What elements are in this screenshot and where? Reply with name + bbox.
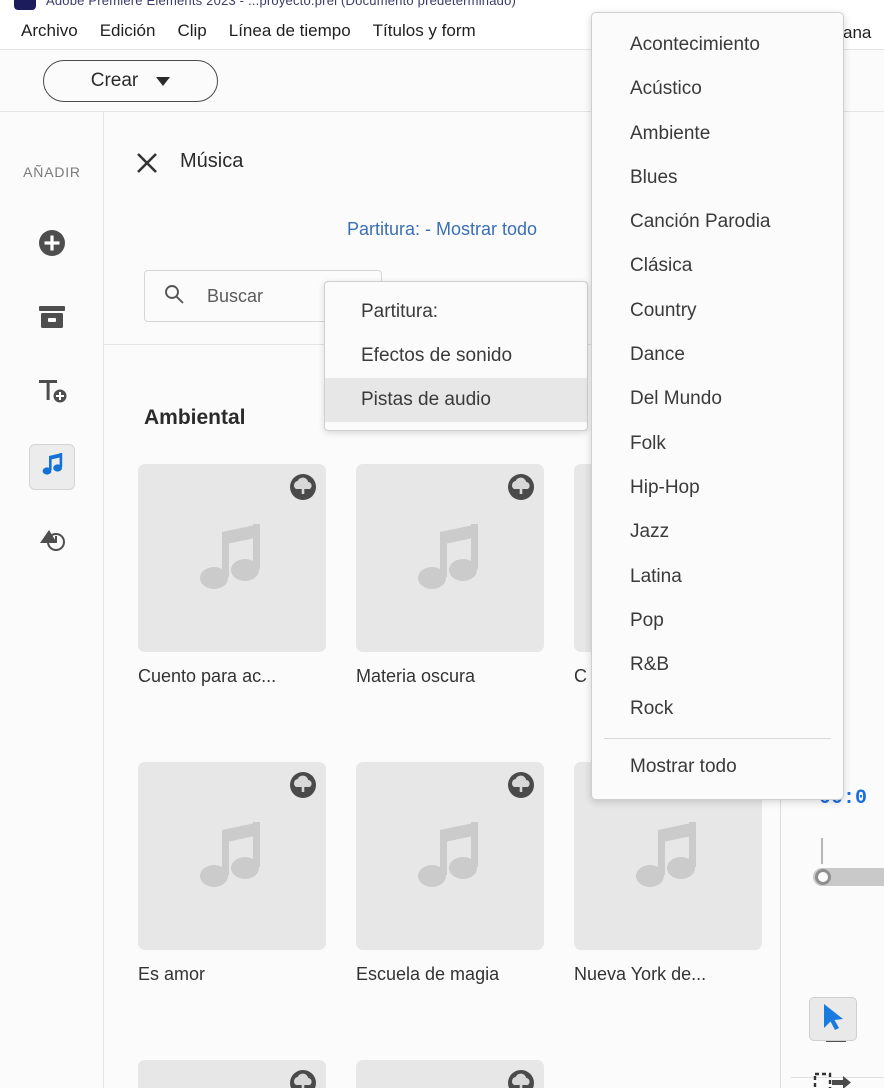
music-tile[interactable]: Cuento para ac... [138, 464, 326, 687]
menu-item-folk[interactable]: Folk [592, 422, 843, 466]
menu-item-acustico[interactable]: Acústico [592, 67, 843, 111]
menu-item-blues[interactable]: Blues [592, 156, 843, 200]
menu-linea-de-tiempo[interactable]: Línea de tiempo [218, 18, 362, 44]
music-tile-thumb[interactable] [138, 762, 326, 950]
menu-item-dance[interactable]: Dance [592, 333, 843, 377]
left-sidebar: AÑADIR [0, 112, 104, 1088]
zoom-slider[interactable] [813, 868, 884, 886]
effects-mask-icon [35, 523, 69, 560]
music-tile[interactable] [356, 1060, 544, 1088]
cursor-arrow-icon [820, 1002, 846, 1037]
playhead-tick [821, 838, 823, 864]
music-note-icon [200, 524, 260, 589]
window-title: Adobe Premiere Elements 2023 - ...proyec… [46, 0, 517, 8]
music-tile[interactable]: Materia oscura [356, 464, 544, 687]
menu-titulos-y-formas[interactable]: Títulos y form [362, 18, 487, 44]
music-note-icon [636, 822, 696, 887]
menu-item-mostrar-todo[interactable]: Mostrar todo [592, 745, 843, 789]
sidebar-item-music[interactable] [29, 444, 75, 490]
crear-button[interactable]: Crear [43, 60, 218, 102]
music-tile-caption: Escuela de magia [356, 964, 500, 984]
music-note-icon [37, 450, 67, 485]
premiere-elements-logo-icon [14, 0, 36, 10]
close-icon[interactable] [134, 150, 160, 176]
cloud-download-icon[interactable] [288, 770, 318, 800]
sidebar-item-effects[interactable] [29, 518, 75, 564]
music-tile[interactable] [138, 1060, 326, 1088]
music-tile-caption: Materia oscura [356, 666, 476, 686]
music-note-icon [200, 822, 260, 887]
menu-clip[interactable]: Clip [166, 18, 217, 44]
sidebar-item-graphics[interactable] [29, 296, 75, 342]
archive-box-icon [35, 302, 69, 337]
cloud-download-icon[interactable] [506, 1068, 536, 1088]
menu-item-rnb[interactable]: R&B [592, 643, 843, 687]
music-tile[interactable]: Es amor [138, 762, 326, 985]
menu-item-del-mundo[interactable]: Del Mundo [592, 377, 843, 421]
music-note-icon [418, 822, 478, 887]
music-tile-thumb[interactable] [138, 1060, 326, 1088]
menu-separator [604, 737, 831, 739]
menu-item-pop[interactable]: Pop [592, 599, 843, 643]
music-tile-thumb[interactable] [356, 762, 544, 950]
music-tile[interactable]: Escuela de magia [356, 762, 544, 985]
chevron-down-icon [156, 76, 171, 86]
sidebar-heading: AÑADIR [23, 164, 81, 180]
move-selection-icon [813, 1069, 853, 1088]
menu-item-jazz[interactable]: Jazz [592, 510, 843, 554]
genre-dropdown-menu: Acontecimiento Acústico Ambiente Blues C… [591, 12, 844, 801]
sidebar-item-add-media[interactable] [29, 222, 75, 268]
music-tile-caption: Cuento para ac... [138, 666, 277, 686]
menu-item-partitura[interactable]: Partitura: [325, 290, 587, 334]
text-add-icon [34, 375, 70, 412]
menu-item-rock[interactable]: Rock [592, 687, 843, 731]
menu-archivo[interactable]: Archivo [10, 18, 89, 44]
menu-item-acontecimiento[interactable]: Acontecimiento [592, 23, 843, 67]
menu-item-clasica[interactable]: Clásica [592, 244, 843, 288]
menu-item-pistas-de-audio[interactable]: Pistas de audio [325, 378, 587, 422]
menu-item-cancion-parodia[interactable]: Canción Parodia [592, 200, 843, 244]
cloud-download-icon[interactable] [288, 1068, 318, 1088]
music-tile-thumb[interactable] [356, 1060, 544, 1088]
plus-circle-icon [35, 226, 69, 265]
cloud-download-icon[interactable] [288, 472, 318, 502]
zoom-slider-knob[interactable] [815, 869, 831, 885]
section-title: Ambiental [144, 406, 246, 429]
type-dropdown-menu: Partitura: Efectos de sonido Pistas de a… [324, 281, 588, 431]
music-note-icon [418, 524, 478, 589]
music-tile-thumb[interactable] [138, 464, 326, 652]
music-tile-thumb[interactable] [356, 464, 544, 652]
menu-edicion[interactable]: Edición [89, 18, 167, 44]
search-icon [163, 283, 185, 310]
tool-selection[interactable] [809, 997, 857, 1041]
search-placeholder: Buscar [207, 285, 264, 306]
app-window: Adobe Premiere Elements 2023 - ...proyec… [0, 0, 884, 1088]
music-tile-caption: Nueva York de... [574, 964, 707, 984]
menu-item-hip-hop[interactable]: Hip-Hop [592, 466, 843, 510]
menu-item-ambiente[interactable]: Ambiente [592, 112, 843, 156]
page-title: Música [180, 150, 244, 172]
tool-move[interactable] [809, 1062, 857, 1088]
sidebar-item-titles[interactable] [29, 370, 75, 416]
cloud-download-icon[interactable] [506, 472, 536, 502]
menu-item-country[interactable]: Country [592, 289, 843, 333]
menu-item-latina[interactable]: Latina [592, 555, 843, 599]
music-tile-caption: Es amor [138, 964, 206, 984]
cloud-download-icon[interactable] [506, 770, 536, 800]
menu-item-efectos-de-sonido[interactable]: Efectos de sonido [325, 334, 587, 378]
crear-button-label: Crear [90, 70, 139, 91]
